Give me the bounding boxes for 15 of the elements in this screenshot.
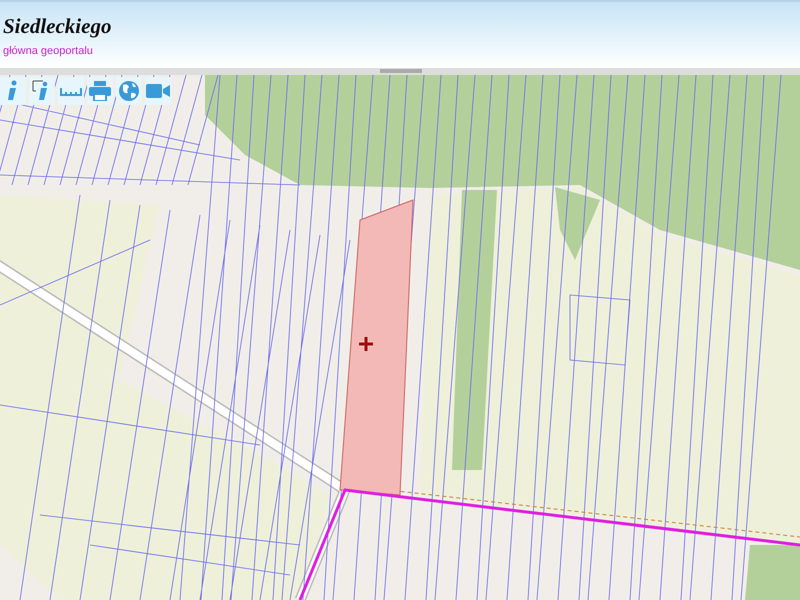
measure-tool-button[interactable] (58, 77, 84, 105)
print-icon (89, 81, 111, 101)
video-tool-button[interactable] (145, 77, 171, 105)
globe-icon (118, 80, 140, 102)
info-select-tool-button[interactable] (29, 77, 55, 105)
info-tool-button[interactable] (0, 77, 26, 105)
scroll-bar[interactable] (0, 68, 800, 75)
globe-tool-button[interactable] (116, 77, 142, 105)
location-marker-icon (358, 336, 374, 352)
ruler-icon (60, 86, 82, 96)
print-tool-button[interactable] (87, 77, 113, 105)
page-title: Siedleckiego (3, 14, 112, 39)
home-link[interactable]: główna geoportalu (3, 45, 93, 57)
scroll-thumb[interactable] (380, 69, 422, 73)
video-camera-icon (146, 83, 170, 99)
